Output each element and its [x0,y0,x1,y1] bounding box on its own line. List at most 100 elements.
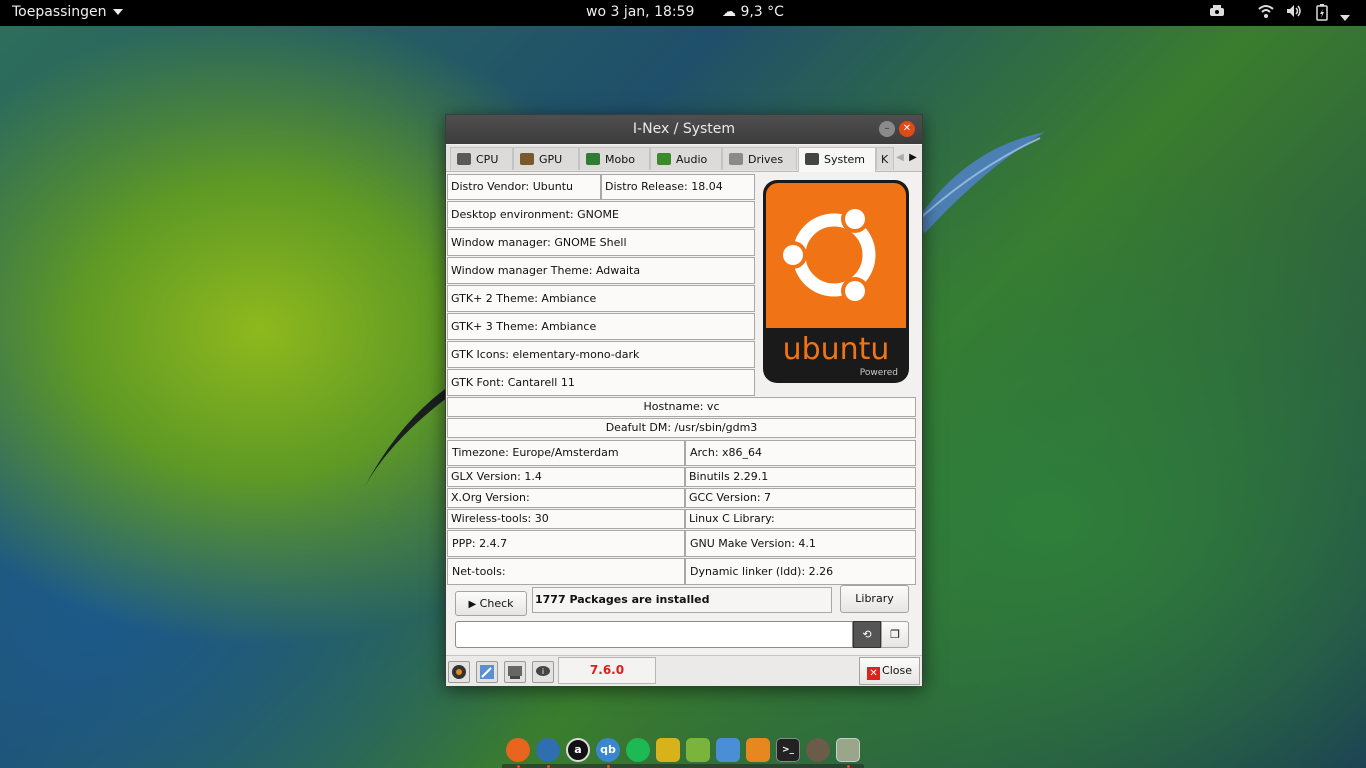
wm-theme-field: Window manager Theme: Adwaita [447,257,755,284]
app-yellow-icon[interactable] [656,738,680,762]
gnu-make-field: GNU Make Version: 4.1 [685,530,916,557]
system-icon [805,153,819,165]
copy-icon[interactable]: ❐ [881,621,909,648]
library-button[interactable]: Library [840,585,909,613]
amazon-icon[interactable]: a [566,738,590,762]
linux-c-library-field: Linux C Library: [685,509,916,529]
net-tools-field: Net-tools: [447,558,685,585]
preferences-icon[interactable] [476,661,498,683]
ubuntu-logo: ubuntu Powered [763,180,909,383]
battery-icon[interactable] [1316,3,1328,25]
terminal-icon[interactable]: >_ [776,738,800,762]
desktop-environment-field: Desktop environment: GNOME [447,201,755,228]
tab-partial-label: K [881,153,889,166]
hostname-field: Hostname: vc [447,397,916,417]
rss-icon[interactable] [686,738,710,762]
dock-shelf [502,764,864,768]
distro-vendor-field: Distro Vendor: Ubuntu [447,174,601,200]
wireless-tools-field: Wireless-tools: 30 [447,509,685,529]
info-icon[interactable]: i [532,661,554,683]
applications-menu[interactable]: Toepassingen [12,4,123,20]
close-icon: ✕ [867,667,881,680]
chevron-down-icon [112,9,123,15]
dynamic-linker-field: Dynamic linker (ldd): 2.26 [685,558,916,585]
top-bar: Toepassingen wo 3 jan, 18:59 ☁ 9,3 °C [0,0,1366,26]
tab-cpu-label: CPU [476,153,499,166]
refresh-icon[interactable]: ⟲ [853,621,881,648]
timezone-field: Timezone: Europe/Amsterdam [447,440,685,466]
bottom-bar: i 7.6.0 ✕ Close [446,655,922,686]
ppp-field: PPP: 2.4.7 [447,530,685,557]
default-dm-field: Deafult DM: /usr/sbin/gdm3 [447,418,916,438]
tab-gpu-label: GPU [539,153,563,166]
settings-icon[interactable] [746,738,770,762]
about-icon[interactable] [448,661,470,683]
terminal-icon-text: >_ [781,745,795,755]
clock[interactable]: wo 3 jan, 18:59 [586,4,694,20]
files-icon[interactable] [716,738,740,762]
amazon-icon-text: a [574,743,582,756]
distro-release-field: Distro Release: 18.04 [601,174,755,200]
gtk2-theme-field: GTK+ 2 Theme: Ambiance [447,285,755,312]
tab-drives[interactable]: Drives [722,147,797,170]
gtk-icons-field: GTK Icons: elementary-mono-dark [447,341,755,368]
close-button[interactable]: ✕ Close [859,657,920,685]
gpu-icon [520,153,534,165]
dock: a qb >_ [502,736,864,768]
window-title-text: I-Nex / System [632,121,736,137]
volume-icon[interactable] [1285,3,1303,23]
qbittorrent-icon[interactable]: qb [596,738,620,762]
gcc-version-field: GCC Version: 7 [685,488,916,508]
firefox-icon[interactable] [506,738,530,762]
gimp-icon[interactable] [806,738,830,762]
glx-version-field: GLX Version: 1.4 [447,467,685,487]
printer-icon[interactable] [1208,3,1226,23]
check-button[interactable]: ▶ Check [455,591,527,616]
i-nex-window: I-Nex / System – ✕ CPU GPU Mobo Audio Dr… [445,114,923,686]
window-title[interactable]: I-Nex / System – ✕ [446,115,922,144]
tab-bar: CPU GPU Mobo Audio Drives System K ◀ ▶ [446,145,922,172]
arch-field: Arch: x86_64 [685,440,916,466]
tab-audio[interactable]: Audio [650,147,722,170]
cpu-icon [457,153,471,165]
logo-sub: Powered [860,368,898,378]
feather-decoration [915,132,1045,233]
play-icon: ▶ [468,599,477,610]
close-button-label: Close [882,664,912,677]
tab-system[interactable]: System [798,147,876,172]
check-button-label: Check [479,597,514,610]
menu-caret-icon[interactable] [1340,9,1350,25]
report-icon[interactable] [504,661,526,683]
weather-temperature: 9,3 °C [740,4,784,20]
tab-mobo-label: Mobo [605,153,635,166]
minimize-button[interactable]: – [879,121,895,137]
tab-system-label: System [824,153,866,166]
tab-scroll-right-icon[interactable]: ▶ [907,151,919,165]
tab-mobo[interactable]: Mobo [579,147,650,170]
command-input[interactable] [455,621,853,648]
cloud-rain-icon: ☁ [722,4,736,20]
version-label: 7.6.0 [558,657,656,684]
gtk3-theme-field: GTK+ 3 Theme: Ambiance [447,313,755,340]
tab-gpu[interactable]: GPU [513,147,579,170]
gtk-font-field: GTK Font: Cantarell 11 [447,369,755,396]
tab-drives-label: Drives [748,153,784,166]
tab-partial[interactable]: K [876,147,894,170]
packages-status: 1777 Packages are installed [532,587,832,613]
wifi-icon[interactable] [1258,3,1274,23]
binutils-field: Binutils 2.29.1 [685,467,916,487]
audio-icon [657,153,671,165]
tab-cpu[interactable]: CPU [450,147,513,170]
tab-scroll-left-icon[interactable]: ◀ [894,151,906,165]
weather-indicator[interactable]: ☁ 9,3 °C [722,4,784,20]
qbittorrent-icon-text: qb [600,743,616,756]
i-nex-icon[interactable] [836,738,860,762]
spotify-icon[interactable] [626,738,650,762]
window-close-button[interactable]: ✕ [899,121,915,137]
thunderbird-icon[interactable] [536,738,560,762]
logo-word: ubuntu [783,332,890,367]
svg-text:i: i [542,667,544,676]
window-manager-field: Window manager: GNOME Shell [447,229,755,256]
motherboard-icon [586,153,600,165]
applications-menu-label: Toepassingen [12,4,107,20]
